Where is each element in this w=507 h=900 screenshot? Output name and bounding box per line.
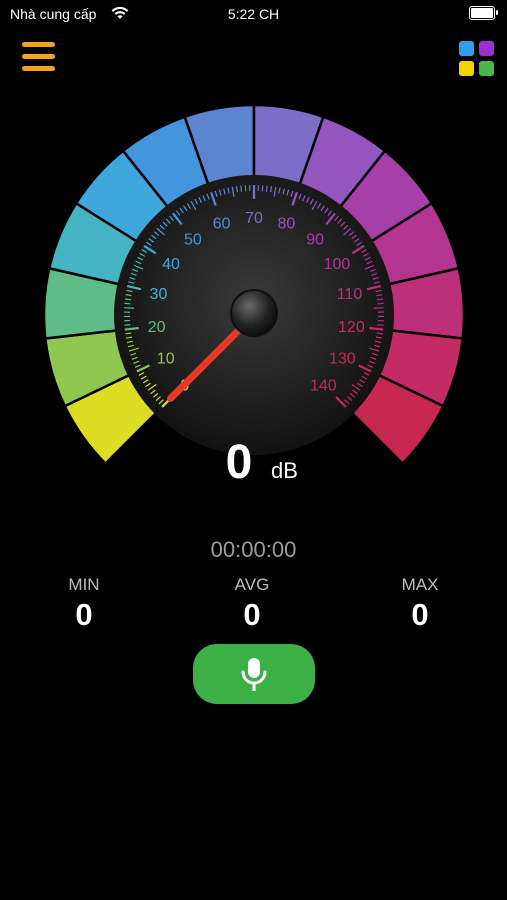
status-bar: Nhà cung cấp 5:22 CH [0,0,507,30]
decibel-gauge: 0102030405060708090100110120130140 0 dB [42,103,466,489]
stat-max: MAX 0 [360,575,480,633]
gauge-tick-label: 110 [337,286,363,303]
gauge-tick-label: 10 [157,351,175,368]
record-button[interactable] [193,644,315,704]
apps-grid-icon [459,41,474,56]
gauge-tick-label: 130 [329,351,356,368]
minor-tick [124,307,135,309]
stat-min-label: MIN [68,575,100,594]
gauge-tick-label: 70 [245,210,263,227]
stat-max-label: MAX [401,575,439,594]
hamburger-icon [22,42,55,47]
current-db-unit: dB [271,458,298,483]
apps-button[interactable] [458,40,498,80]
minor-tick [265,185,268,192]
gauge-tick-label: 60 [213,215,231,232]
gauge-tick-label: 120 [338,319,365,336]
needle-hub [230,289,278,337]
minor-tick [240,185,243,192]
major-tick [369,326,384,331]
gauge-tick-label: 50 [184,231,202,248]
gauge-tick-label: 90 [306,231,324,248]
gauge-tick-label: 20 [148,319,166,336]
minor-tick [376,298,384,301]
stat-avg: AVG 0 [192,575,312,633]
minor-tick [270,186,273,193]
stat-min: MIN 0 [24,575,144,633]
gauge-tick-label: 30 [150,286,168,303]
minor-tick [373,307,384,309]
battery-icon [469,6,498,20]
gauge-tick-label: 40 [162,256,180,273]
gauge-tick-label: 100 [324,256,351,273]
stat-avg-value: 0 [243,597,261,632]
stat-min-value: 0 [75,597,93,632]
major-tick [124,326,139,331]
session-timer: 00:00:00 [210,537,297,562]
menu-button[interactable] [22,42,58,78]
clock: 5:22 CH [227,6,280,22]
gauge-tick-label: 140 [310,377,337,394]
minor-tick [377,302,384,305]
stat-avg-label: AVG [234,575,270,594]
minor-tick [124,298,132,301]
minor-tick [235,186,238,193]
current-db-value: 0 [226,436,253,489]
microphone-icon [241,658,267,691]
stat-max-value: 0 [411,597,429,632]
minor-tick [124,302,131,305]
gauge-tick-label: 80 [277,215,295,232]
